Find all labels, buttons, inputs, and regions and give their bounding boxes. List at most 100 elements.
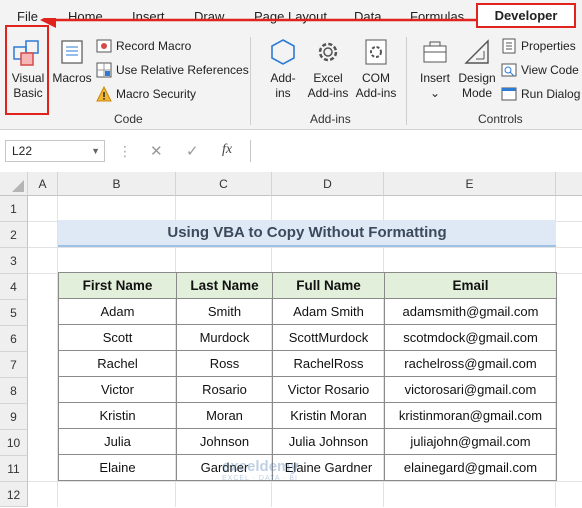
header-full-name[interactable]: Full Name — [272, 272, 385, 299]
cell-first-name[interactable]: Julia — [58, 428, 177, 455]
cell-last-name[interactable]: Rosario — [176, 376, 273, 403]
row-header-2[interactable]: 2 — [0, 222, 28, 248]
worksheet-grid: A B C D E 1 2 3 4 5 6 7 8 9 10 11 12 Usi… — [0, 172, 582, 507]
com-add-ins-label-1: COM — [362, 71, 390, 85]
table-row: Kristin Moran Kristin Moran kristinmoran@gm… — [58, 402, 557, 429]
row-header-3[interactable]: 3 — [0, 248, 28, 274]
cell-full-name[interactable]: ScottMurdock — [272, 324, 385, 351]
cell-full-name[interactable]: Kristin Moran — [272, 402, 385, 429]
name-box-dropdown-icon[interactable]: ▼ — [91, 141, 100, 161]
cell-email[interactable]: juliajohn@gmail.com — [384, 428, 557, 455]
cell-full-name[interactable]: Victor Rosario — [272, 376, 385, 403]
com-add-ins-label-2: Add-ins — [355, 86, 397, 100]
column-header-e[interactable]: E — [384, 172, 556, 196]
cell-last-name[interactable]: Moran — [176, 402, 273, 429]
com-add-ins-button[interactable]: COM Add-ins — [352, 37, 400, 101]
use-relative-references-button[interactable]: Use Relative References — [96, 61, 249, 79]
row-header-4[interactable]: 4 — [0, 274, 28, 300]
run-dialog-label: Run Dialog — [521, 87, 581, 101]
cell-last-name[interactable]: Murdock — [176, 324, 273, 351]
header-last-name[interactable]: Last Name — [176, 272, 273, 299]
insert-controls-button[interactable]: Insert ⌄ — [414, 37, 456, 101]
column-header-a[interactable]: A — [28, 172, 58, 196]
cell-full-name[interactable]: RachelRoss — [272, 350, 385, 377]
view-code-button[interactable]: View Code — [501, 61, 579, 79]
cancel-icon[interactable]: ✕ — [150, 142, 163, 160]
view-code-label: View Code — [521, 63, 579, 77]
macro-security-button[interactable]: Macro Security — [96, 85, 196, 103]
excel-add-ins-button[interactable]: Excel Add-ins — [304, 37, 352, 101]
com-add-ins-icon — [365, 39, 387, 65]
cell-last-name[interactable]: Johnson — [176, 428, 273, 455]
warning-icon — [96, 86, 112, 102]
properties-label: Properties — [521, 39, 576, 53]
watermark: exceldemy EXCEL · DATA · BI — [222, 458, 299, 482]
row-header-1[interactable]: 1 — [0, 196, 28, 222]
column-header-c[interactable]: C — [176, 172, 272, 196]
name-box[interactable]: L22 ▼ — [5, 140, 105, 162]
cell-first-name[interactable]: Rachel — [58, 350, 177, 377]
table-row: Adam Smith Adam Smith adamsmith@gmail.com — [58, 298, 557, 325]
record-macro-label: Record Macro — [116, 39, 192, 53]
column-header-d[interactable]: D — [272, 172, 384, 196]
add-ins-icon — [271, 39, 295, 65]
cell-email[interactable]: elainegard@gmail.com — [384, 454, 557, 481]
sheet-title[interactable]: Using VBA to Copy Without Formatting — [58, 220, 556, 247]
properties-button[interactable]: Properties — [501, 37, 576, 55]
cell-email[interactable]: adamsmith@gmail.com — [384, 298, 557, 325]
cell-last-name[interactable]: Ross — [176, 350, 273, 377]
column-header-f[interactable] — [556, 172, 582, 196]
table-row: Scott Murdock ScottMurdock scotmdock@gmail.… — [58, 324, 557, 351]
column-header-b[interactable]: B — [58, 172, 176, 196]
formula-input[interactable] — [250, 140, 582, 162]
cell-first-name[interactable]: Kristin — [58, 402, 177, 429]
row-header-7[interactable]: 7 — [0, 352, 28, 378]
table-row: Elaine Gardner Elaine Gardner elainegard@gm… — [58, 454, 557, 481]
cell-email[interactable]: victorosari@gmail.com — [384, 376, 557, 403]
macros-button[interactable]: Macros — [52, 37, 92, 86]
row-header-11[interactable]: 11 — [0, 456, 28, 482]
group-label-code: Code — [114, 112, 143, 126]
cell-full-name[interactable]: Adam Smith — [272, 298, 385, 325]
cell-email[interactable]: scotmdock@gmail.com — [384, 324, 557, 351]
row-header-6[interactable]: 6 — [0, 326, 28, 352]
cell-first-name[interactable]: Adam — [58, 298, 177, 325]
select-all-corner[interactable] — [0, 172, 28, 196]
run-dialog-button[interactable]: Run Dialog — [501, 85, 580, 103]
macro-security-label: Macro Security — [116, 87, 197, 101]
row-header-12[interactable]: 12 — [0, 482, 28, 507]
use-relative-references-label: Use Relative References — [116, 63, 249, 77]
table-row: Victor Rosario Victor Rosario victorosari@g… — [58, 376, 557, 403]
row-header-8[interactable]: 8 — [0, 378, 28, 404]
cell-first-name[interactable]: Scott — [58, 324, 177, 351]
relative-references-icon — [96, 62, 112, 78]
row-header-9[interactable]: 9 — [0, 404, 28, 430]
visual-basic-highlight — [5, 25, 49, 115]
grid-line — [28, 481, 582, 482]
tab-developer[interactable]: Developer — [476, 3, 576, 28]
header-email[interactable]: Email — [384, 272, 557, 299]
group-label-controls: Controls — [478, 112, 523, 126]
watermark-tagline: EXCEL · DATA · BI — [222, 475, 298, 482]
design-mode-icon — [464, 39, 489, 64]
header-first-name[interactable]: First Name — [58, 272, 177, 299]
data-table: First Name Last Name Full Name Email Ada… — [58, 272, 557, 481]
cell-first-name[interactable]: Victor — [58, 376, 177, 403]
design-mode-button[interactable]: Design Mode — [456, 37, 498, 101]
name-box-value: L22 — [12, 144, 33, 158]
enter-icon[interactable]: ✓ — [186, 142, 199, 160]
record-macro-button[interactable]: Record Macro — [96, 37, 191, 55]
cell-email[interactable]: rachelross@gmail.com — [384, 350, 557, 377]
cell-last-name[interactable]: Smith — [176, 298, 273, 325]
toolbox-icon — [423, 41, 447, 63]
fx-icon[interactable]: fx — [222, 142, 232, 158]
add-ins-button[interactable]: Add- ins — [262, 37, 304, 101]
properties-icon — [502, 38, 516, 54]
row-header-5[interactable]: 5 — [0, 300, 28, 326]
cell-full-name[interactable]: Julia Johnson — [272, 428, 385, 455]
ribbon-separator — [250, 37, 251, 125]
row-header-10[interactable]: 10 — [0, 430, 28, 456]
cell-first-name[interactable]: Elaine — [58, 454, 177, 481]
cell-email[interactable]: kristinmoran@gmail.com — [384, 402, 557, 429]
tab-file[interactable]: File — [17, 9, 38, 24]
